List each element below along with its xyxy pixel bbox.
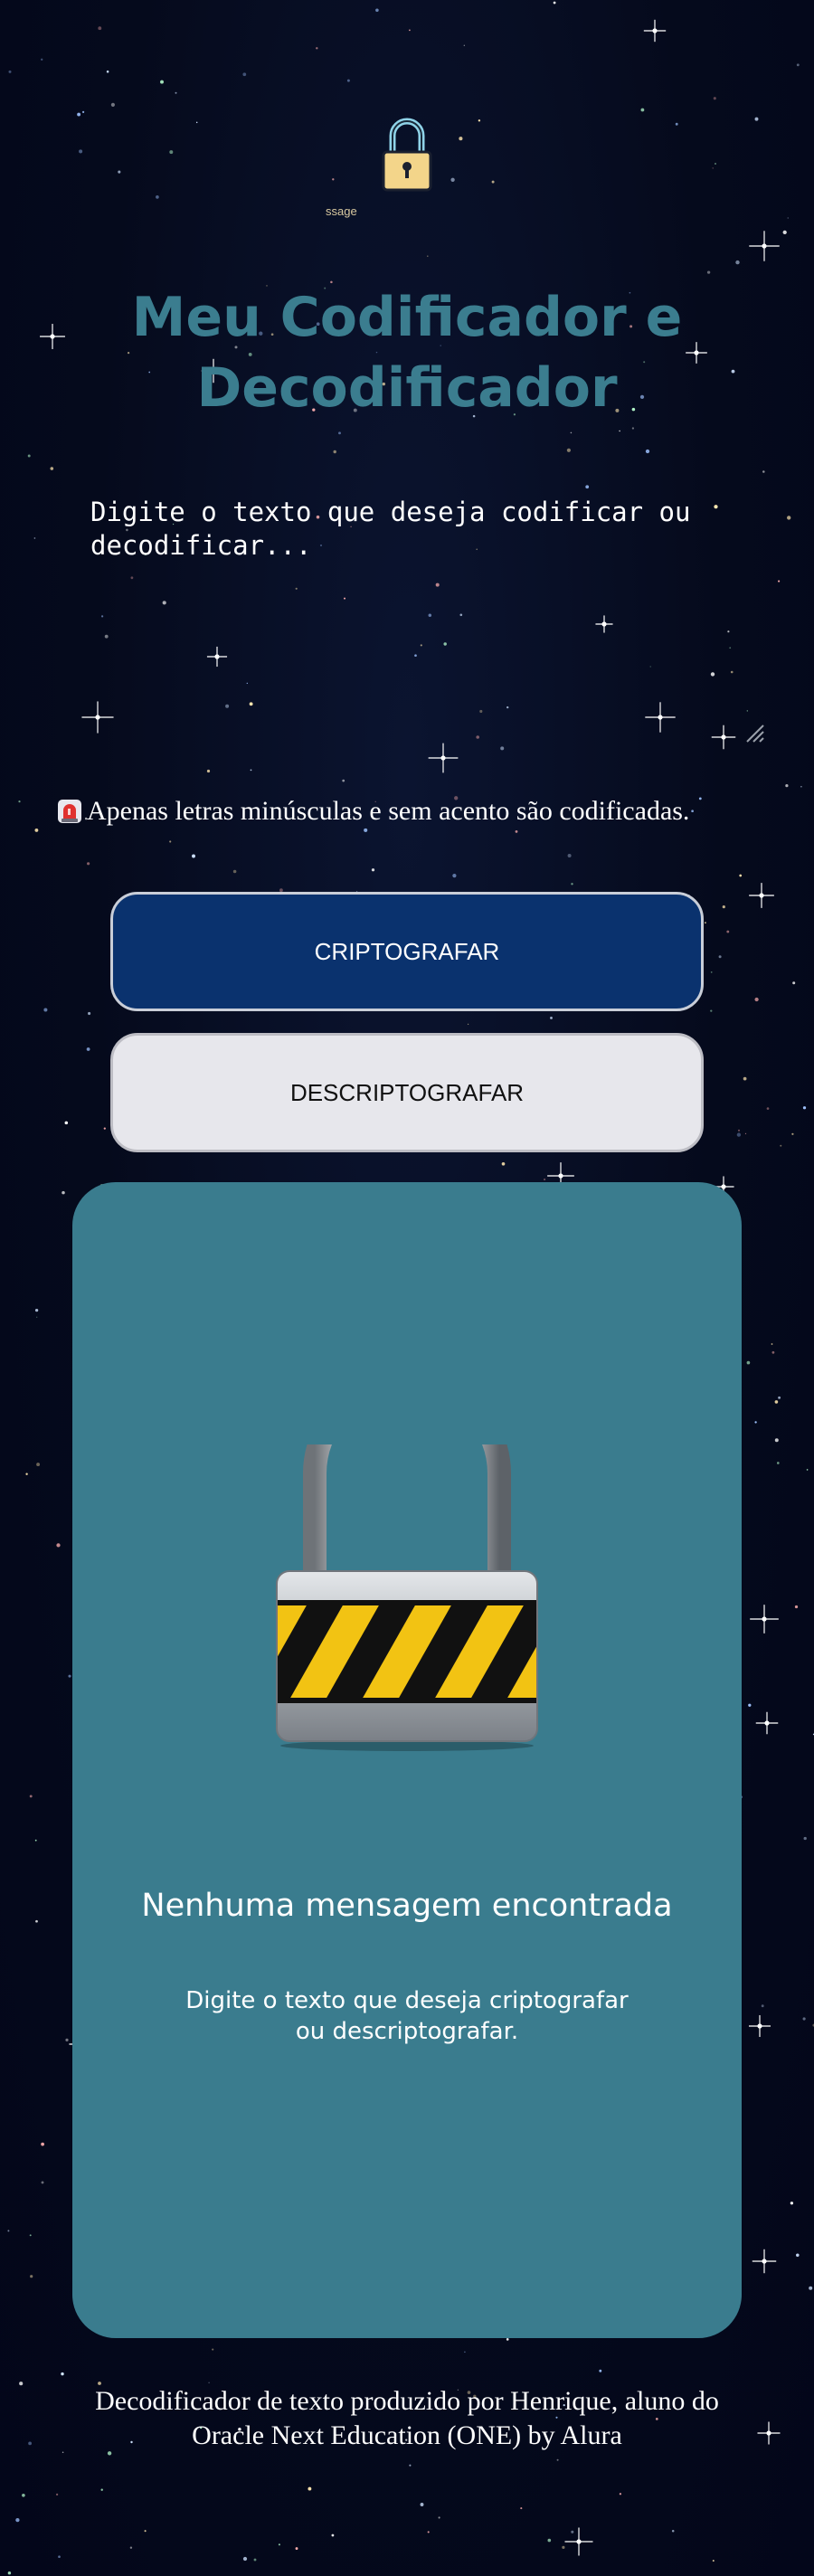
encrypt-button[interactable]: CRIPTOGRAFAR [110,892,704,1011]
warning-message: Apenas letras minúsculas e sem acento sã… [56,796,780,827]
empty-result-title: Nenhuma mensagem encontrada [141,1888,673,1924]
result-panel: Nenhuma mensagem encontrada Digite o tex… [72,1182,742,2338]
footer-text: Decodificador de texto produzido por Hen… [95,2386,719,2450]
message-input[interactable] [90,496,760,742]
page-title: Meu Codificador e Decodificador [131,286,683,420]
padlock-icon [382,118,432,192]
alert-siren-icon [58,800,81,823]
warning-text: Apenas letras minúsculas e sem acento sã… [87,796,690,826]
resize-handle-icon[interactable] [743,722,765,743]
decrypt-button[interactable]: DESCRIPTOGRAFAR [110,1033,704,1152]
padlock-caution-icon [276,1444,538,1751]
logo-alt-text: ssage [326,204,357,218]
empty-result-text: Digite o texto que deseja criptografar o… [185,1987,629,2045]
